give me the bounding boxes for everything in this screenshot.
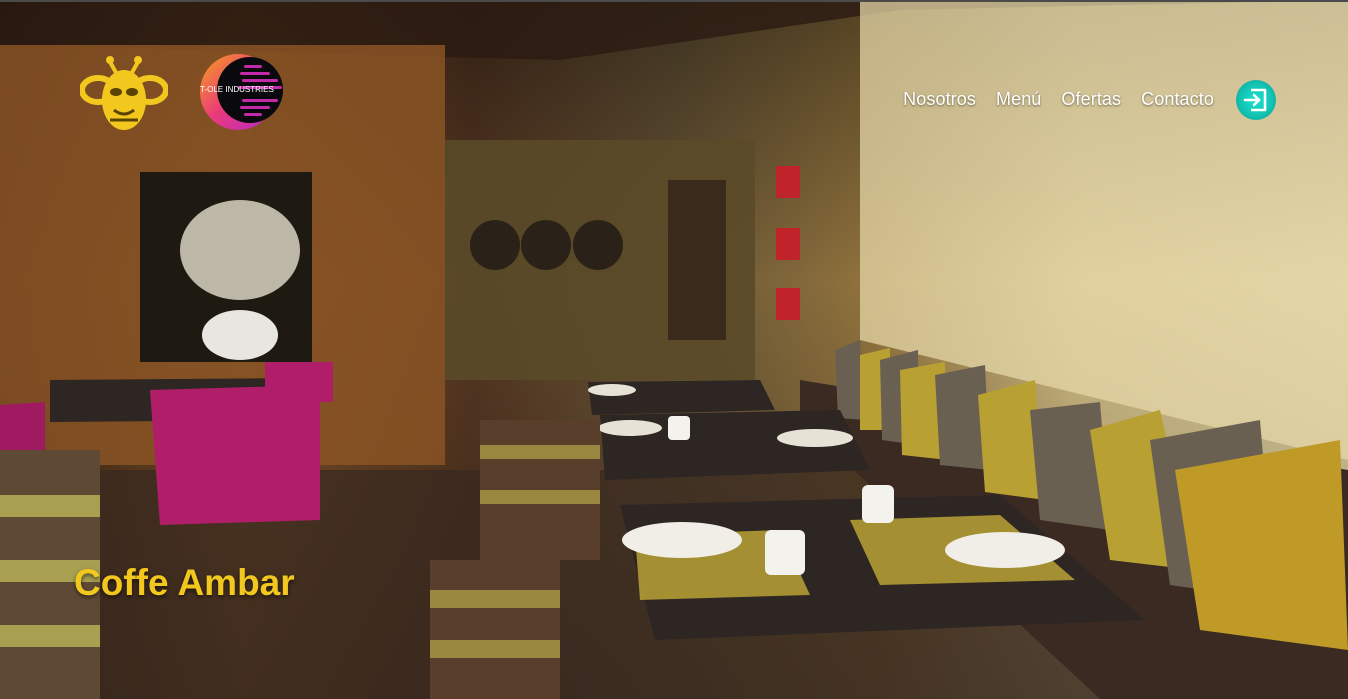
bee-icon xyxy=(79,56,169,130)
login-button[interactable] xyxy=(1236,80,1276,120)
main-nav: Nosotros Menú Ofertas Contacto xyxy=(903,78,1276,120)
nav-link-ofertas[interactable]: Ofertas xyxy=(1061,89,1121,110)
hero-title: Coffe Ambar xyxy=(74,562,295,603)
nav-link-nosotros[interactable]: Nosotros xyxy=(903,89,976,110)
login-arrow-icon xyxy=(1243,88,1267,112)
nav-link-contacto[interactable]: Contacto xyxy=(1141,89,1214,110)
nav-link-menu[interactable]: Menú xyxy=(996,89,1041,110)
partner-logo[interactable]: T-OLE INDUSTRIES xyxy=(198,53,290,131)
top-border xyxy=(0,0,1348,2)
partner-logo-text: T-OLE INDUSTRIES xyxy=(200,85,274,94)
bee-logo[interactable] xyxy=(79,50,169,136)
